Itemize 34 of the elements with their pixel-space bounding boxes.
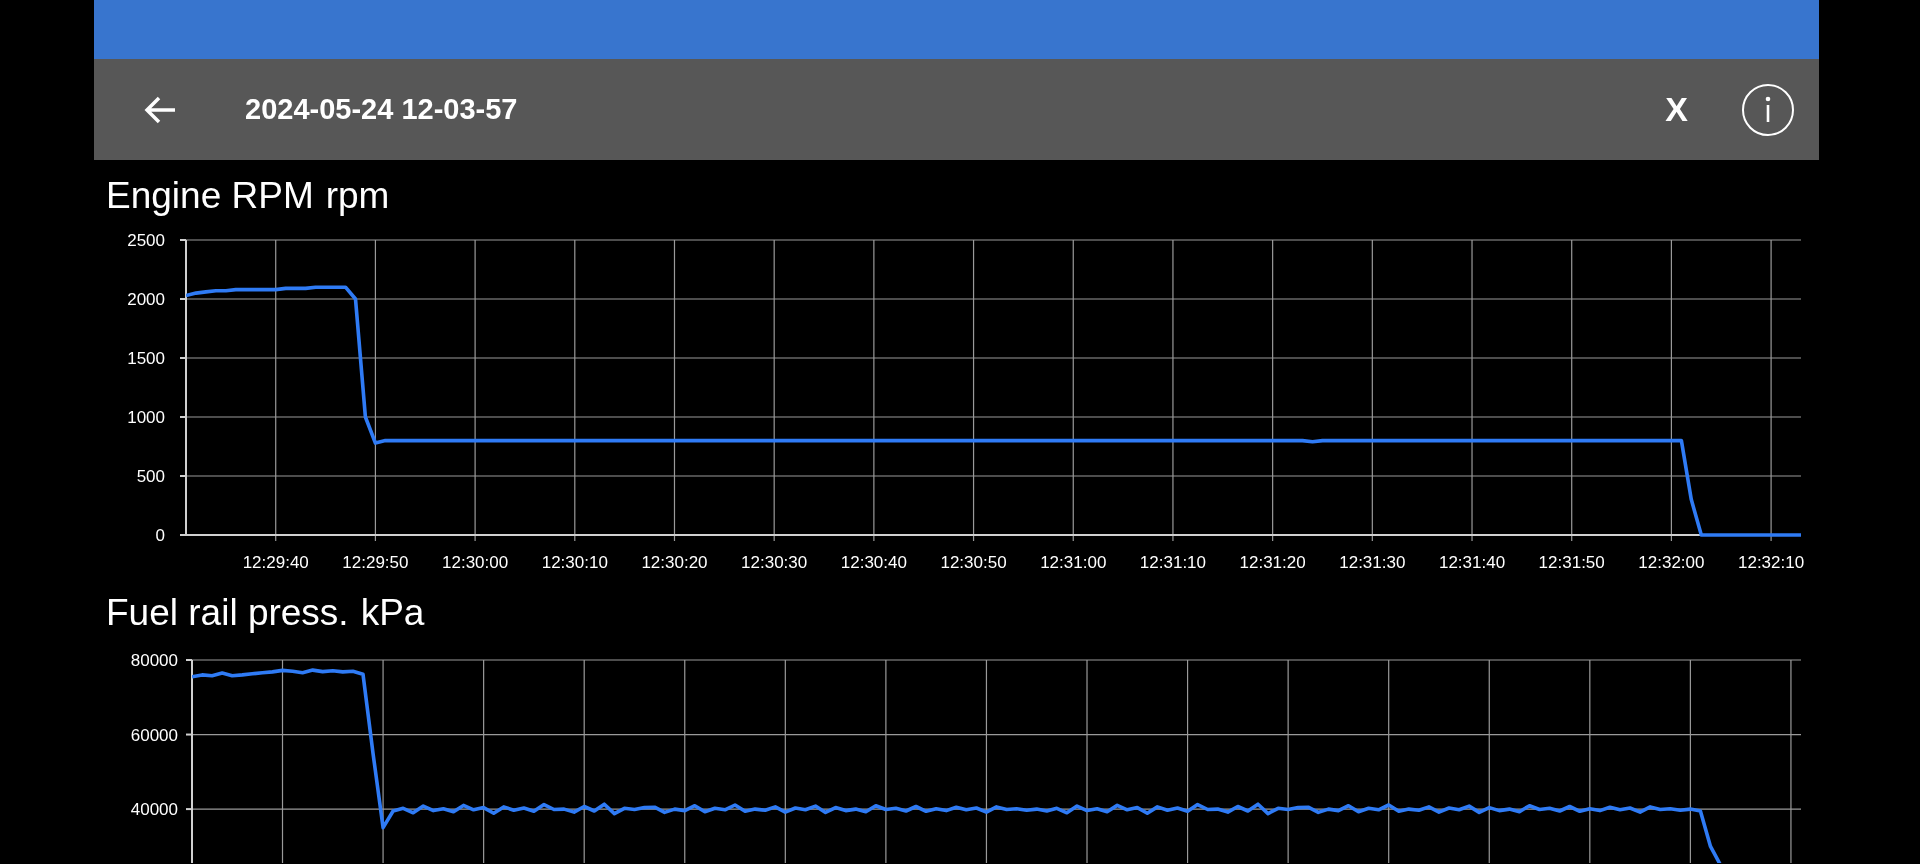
axis-tick-label: 12:30:00 [442, 553, 509, 572]
screen-title: 2024-05-24 12-03-57 [245, 93, 518, 126]
axis-tick-label: 12:30:10 [541, 553, 608, 572]
axis-tick-label: 2500 [127, 232, 165, 250]
axis-tick-label: 0 [155, 526, 165, 545]
axis-tick-label: 500 [136, 467, 165, 486]
axis-tick-label: 12:31:00 [1040, 553, 1107, 572]
axis-tick-label: 12:30:50 [940, 553, 1007, 572]
axis-tick-label: 40000 [130, 800, 178, 820]
info-icon [1741, 82, 1795, 137]
axis-tick-label: 12:30:40 [840, 553, 907, 572]
axis-tick-label: 2000 [127, 290, 165, 309]
axis-tick-label: 80000 [130, 651, 178, 670]
chart-title: Engine RPM [106, 175, 314, 217]
axis-tick-label: 12:31:20 [1239, 553, 1306, 572]
back-arrow-icon [143, 94, 177, 125]
unit-label: kPa [360, 592, 425, 634]
axis-tick-label: 1000 [127, 408, 165, 427]
axis-tick-label: 12:30:30 [741, 553, 808, 572]
axis-tick-label: 1500 [127, 349, 165, 368]
unit-label: rpm [325, 175, 390, 217]
axis-tick-label: 60000 [130, 725, 178, 745]
info-button[interactable] [1740, 81, 1796, 138]
axis-tick-label: 12:31:50 [1538, 553, 1605, 572]
axis-tick-label: 12:29:50 [342, 553, 409, 572]
axis-tick-label: 12:31:40 [1438, 553, 1506, 572]
axis-tick-label: 12:32:00 [1638, 553, 1705, 572]
axis-tick-label: 12:31:10 [1139, 553, 1207, 572]
close-button[interactable]: X [1657, 86, 1696, 133]
axis-tick-label: 12:32:10 [1738, 553, 1805, 572]
axis-tick-label: 12:31:30 [1339, 553, 1406, 572]
axis-tick-label: 12:30:20 [641, 553, 708, 572]
chart-title: Fuel rail press. [106, 592, 349, 634]
axis-tick-label: 12:29:40 [242, 553, 309, 572]
